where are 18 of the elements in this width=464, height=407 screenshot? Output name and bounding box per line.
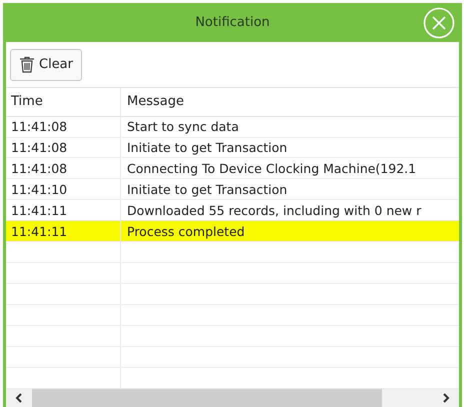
message-cell: Connecting To Device Clocking Machine(192.1 bbox=[127, 160, 416, 176]
message-cell: Initiate to get Transaction bbox=[127, 140, 288, 155]
time-cell: 11:41:11 bbox=[11, 202, 68, 218]
time-cell: 11:41:08 bbox=[11, 160, 68, 176]
message-cell: Downloaded 55 records, including with 0 new r bbox=[127, 202, 422, 218]
message-cell: Process completed bbox=[127, 224, 245, 239]
column-header[interactable]: Time bbox=[11, 94, 43, 110]
time-cell: 11:41:08 bbox=[11, 119, 68, 134]
horizontal-scrollbar[interactable] bbox=[6, 389, 459, 407]
message-cell: Start to sync data bbox=[127, 119, 239, 134]
clear-button[interactable]: Clear bbox=[10, 48, 82, 80]
time-cell: 11:41:08 bbox=[11, 140, 68, 155]
time-cell: 11:41:11 bbox=[11, 224, 68, 239]
trash-icon bbox=[19, 56, 35, 73]
window-title: Notification bbox=[195, 15, 270, 30]
column-header[interactable]: Message bbox=[127, 94, 184, 110]
message-cell: Initiate to get Transaction bbox=[127, 182, 288, 197]
time-cell: 11:41:10 bbox=[11, 182, 68, 197]
